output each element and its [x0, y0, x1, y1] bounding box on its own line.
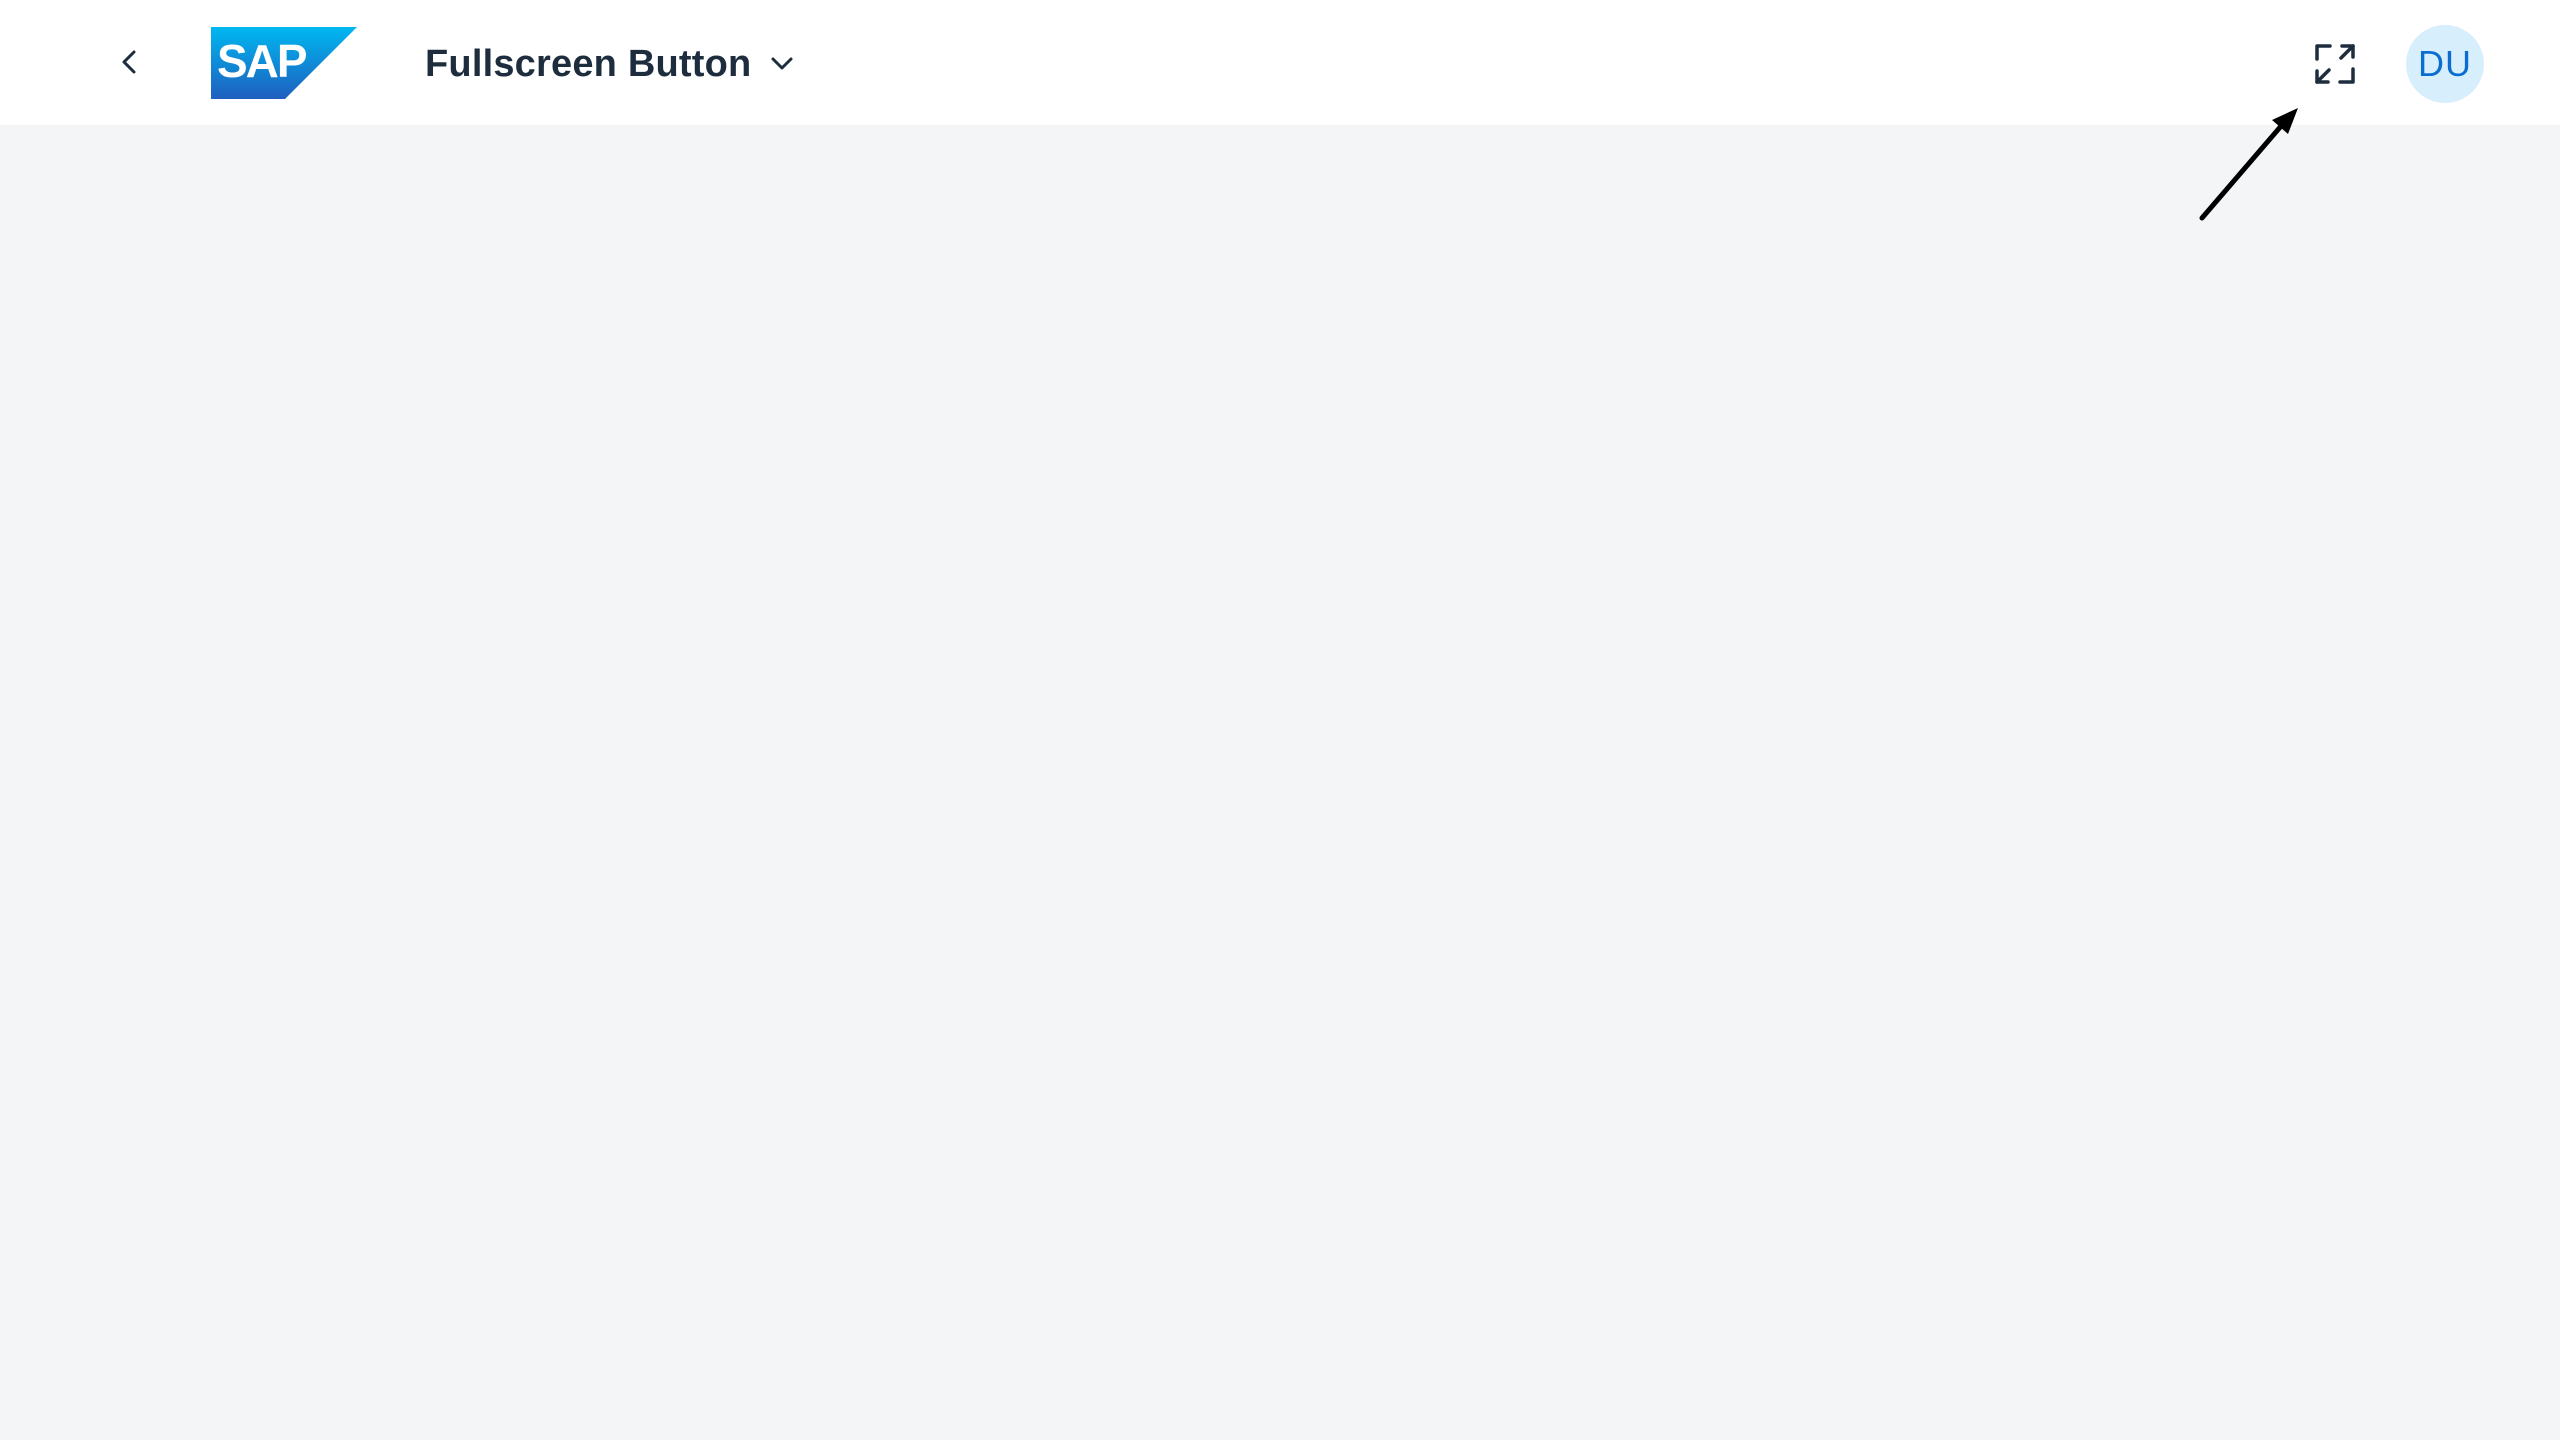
fullscreen-icon: [2315, 44, 2355, 84]
app-title-menu[interactable]: Fullscreen Button: [425, 34, 797, 94]
user-avatar[interactable]: DU: [2406, 25, 2484, 103]
svg-text:SAP: SAP: [217, 35, 307, 87]
app-title: Fullscreen Button: [425, 42, 752, 85]
chevron-down-icon: [767, 49, 797, 79]
avatar-initials: DU: [2418, 43, 2472, 84]
fullscreen-button[interactable]: [2305, 34, 2365, 94]
shell-bar: SAP Fullscreen Button DU: [0, 0, 2560, 125]
chevron-left-icon: [122, 50, 136, 74]
page-content: [0, 125, 2560, 1440]
sap-logo[interactable]: SAP: [211, 27, 357, 99]
back-button[interactable]: [100, 32, 160, 92]
